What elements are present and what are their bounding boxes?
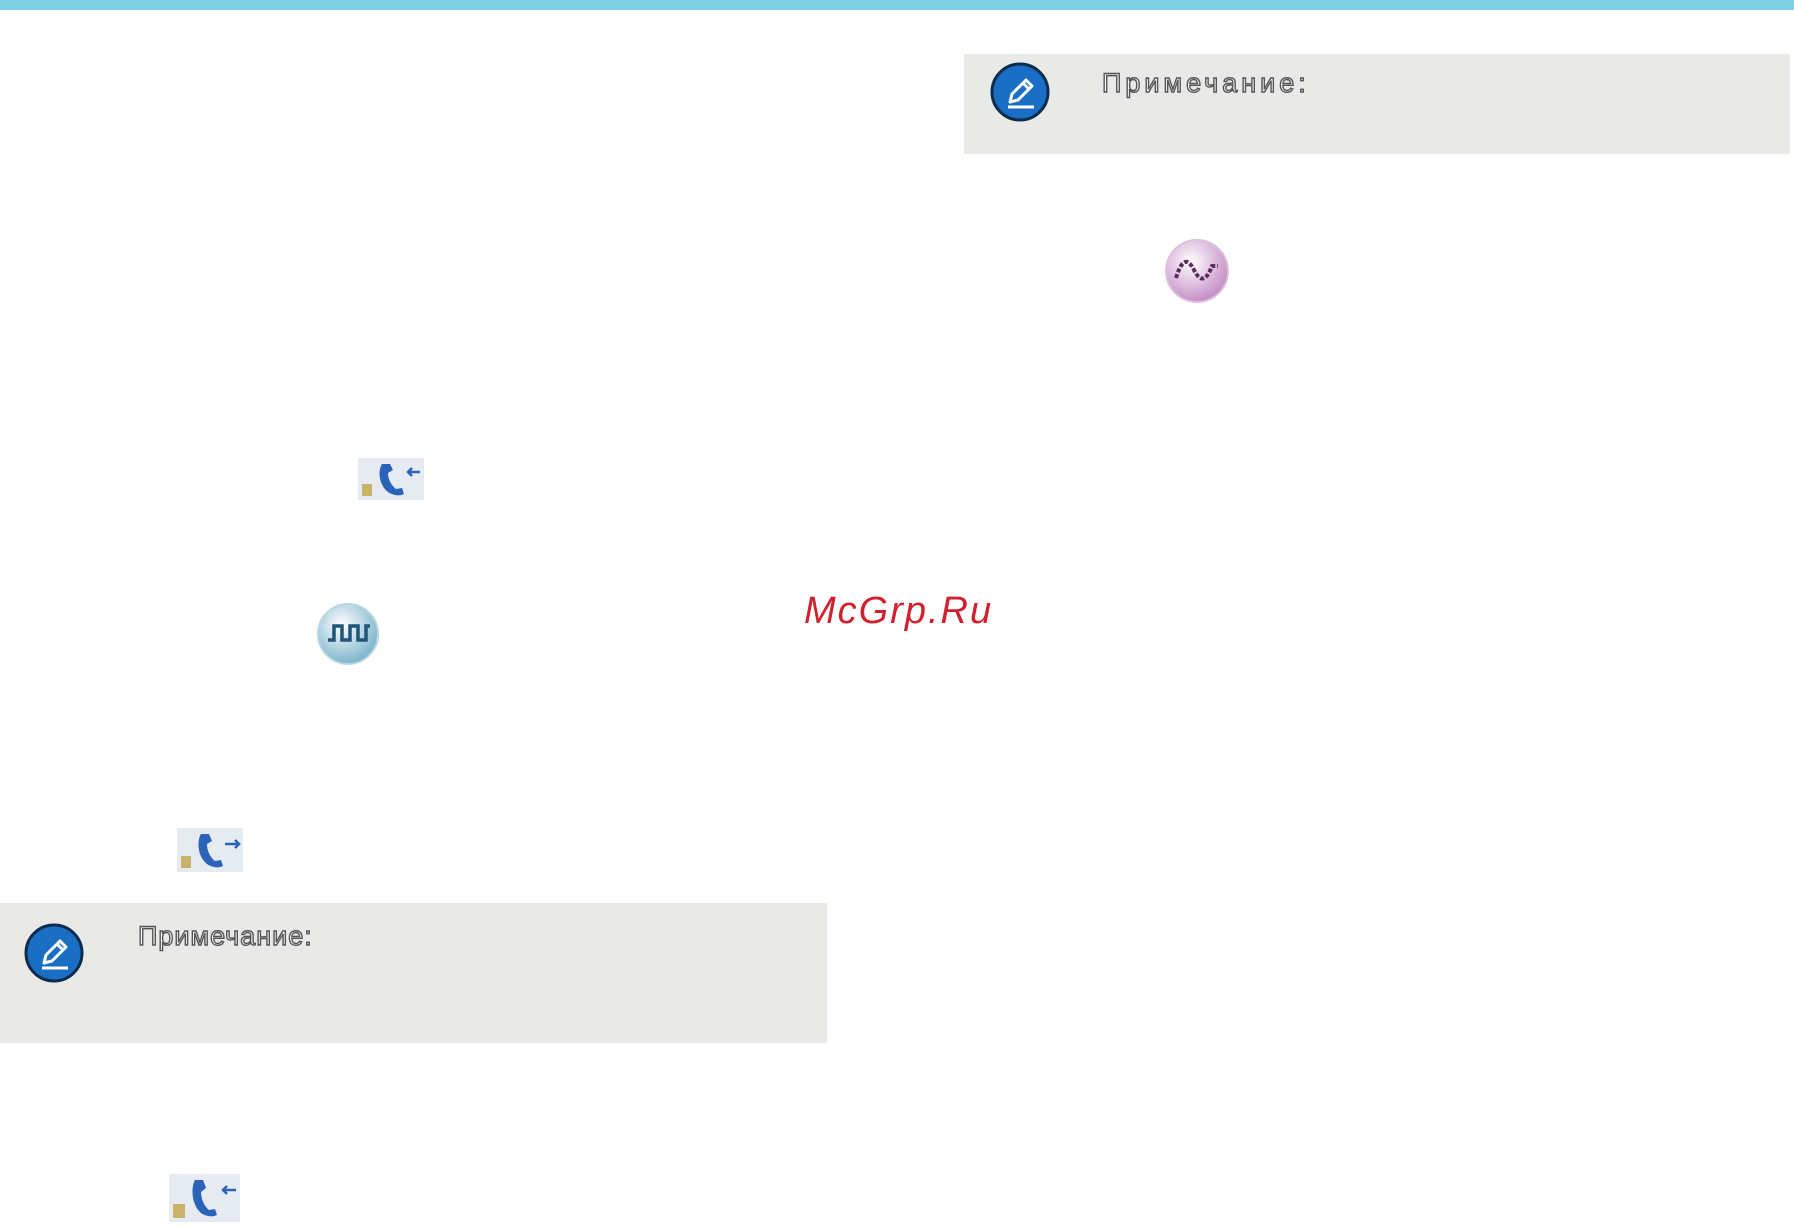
- top-color-bar: [0, 0, 1794, 10]
- note-box-top: Примечание:: [964, 54, 1790, 154]
- pencil-note-icon: [990, 62, 1050, 122]
- watermark: McGrp.Ru: [804, 590, 994, 632]
- analog-mode-icon: [1164, 238, 1230, 304]
- note-label: Примечание:: [1101, 67, 1310, 98]
- note-label: Примечание:: [137, 920, 313, 951]
- incoming-call-icon: [169, 1174, 240, 1222]
- pencil-note-icon: [24, 923, 84, 983]
- note-box-bottom: Примечание:: [0, 903, 827, 1043]
- outgoing-call-icon: [177, 828, 243, 872]
- incoming-call-icon: [358, 458, 424, 500]
- digital-mode-icon: [316, 602, 380, 666]
